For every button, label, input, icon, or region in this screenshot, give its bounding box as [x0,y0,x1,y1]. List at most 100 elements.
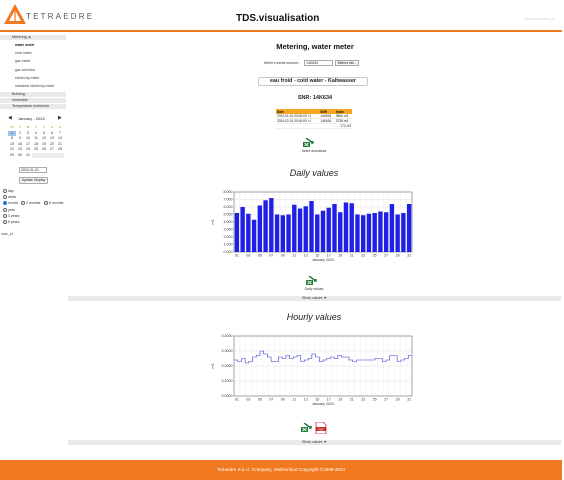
calendar-weekday: w [26,125,30,129]
calendar-day[interactable]: 11 [32,136,40,141]
calendar-day[interactable]: 31 [24,153,32,158]
bar [257,205,263,252]
x-tick-label: 03 [246,398,250,402]
calendar-day[interactable]: 24 [24,147,32,152]
menu-metering[interactable]: Metering ⏶ [0,35,66,40]
bar [366,213,372,252]
calendar-day[interactable]: 5 [40,131,48,136]
x-tick-label: 01 [235,254,239,258]
calendar-day[interactable]: 14 [56,136,64,141]
calendar-day[interactable]: 26 [40,147,48,152]
bar [315,214,320,252]
calendar-day[interactable]: 22 [8,147,16,152]
calendar-day[interactable]: 30 [16,153,24,158]
index-download-label[interactable]: Index download [290,149,338,153]
x-tick-label: 17 [327,254,331,258]
serial-number-field[interactable]: 14K634 [304,60,333,66]
meters-list-button[interactable]: Meters list... [335,60,359,66]
x-tick-label: 21 [350,398,354,402]
y-tick-label: 1.000 [224,243,233,247]
radio-six-months[interactable]: 6 months [44,201,63,206]
calendar-day[interactable]: 17 [24,142,32,147]
calendar-next-icon[interactable]: ▶ [58,115,62,121]
pdf-icon[interactable]: PDF [315,422,327,434]
radio-week[interactable]: week [3,195,16,200]
x-tick-label: 03 [246,254,250,258]
date-field[interactable]: 2024-01-01 [19,167,47,173]
disconnect-link[interactable]: disconnect user_pt [525,17,554,21]
calendar-day[interactable]: 4 [32,131,40,136]
sidebar-item-gaz-corrector[interactable]: gaz corrector [15,68,35,72]
excel-download-icon[interactable] [303,138,314,147]
sidebar-item-industrial-electricity[interactable]: industrial electricity meter [15,84,54,88]
calendar-day[interactable]: 7 [56,131,64,136]
bar [240,207,245,252]
radio-year[interactable]: year [3,208,15,213]
calendar-day[interactable]: 23 [16,147,24,152]
sidebar-item-building[interactable]: Building [0,92,66,97]
bar [297,208,303,252]
radio-six-years[interactable]: 6 years [3,220,19,225]
calendar-day[interactable]: 19 [40,142,48,147]
sidebar-item-immeuble[interactable]: Immeuble [0,98,66,103]
excel-download-icon[interactable] [306,276,317,285]
calendar-day[interactable]: 25 [32,147,40,152]
calendar-day[interactable]: 2 [16,131,24,136]
sidebar-item-water-meter[interactable]: water meter [15,43,35,47]
calendar-day[interactable]: 6 [48,131,56,136]
radio-year-icon [3,208,7,213]
calendar-prev-icon[interactable]: ◀ [8,115,12,121]
sidebar-item-heat-meter[interactable]: heat meter [15,51,32,55]
y-axis-label: m3 [211,220,215,225]
radio-month-label: month [8,201,18,205]
calendar-day[interactable]: 13 [48,136,56,141]
calendar-day[interactable]: 8 [8,136,16,141]
show-values-daily-button[interactable]: Show values ▼ [68,296,561,301]
calendar-day[interactable]: 16 [16,142,24,147]
x-tick-label: 25 [373,398,377,402]
calendar-day[interactable]: 27 [48,147,56,152]
calendar-day[interactable]: 20 [48,142,56,147]
radio-two-months[interactable]: 2 months [21,201,40,206]
calendar-day [48,153,56,158]
radio-three-years[interactable]: 3 years [3,214,19,219]
calendar-day[interactable]: 18 [32,142,40,147]
calendar-day[interactable]: 3 [24,131,32,136]
sidebar-immeuble-label: Immeuble [12,98,28,102]
calendar-day [56,153,64,158]
sidebar-item-gaz-meter[interactable]: gaz meter [15,59,31,63]
app-title: TDS.visualisation [236,13,320,24]
calendar-day[interactable]: 9 [16,136,24,141]
serial-label: Meter's serial number: [264,61,300,65]
radio-six-years-icon [3,220,7,225]
x-tick-label: 29 [396,254,400,258]
calendar-day[interactable]: 28 [56,147,64,152]
sidebar-item-electricity-meter[interactable]: electricity meter [15,76,40,80]
sidebar-item-temperature[interactable]: Temperature extérieure [0,104,66,109]
y-tick-label: 8.000 [224,190,233,194]
series-line [234,350,412,364]
x-axis-label: January 2024 [312,258,334,262]
radio-day[interactable]: day [3,189,14,194]
bar [280,215,285,252]
bar [355,214,360,252]
radio-month[interactable]: month [3,201,18,206]
table-total-row: 172 m3 [276,123,352,129]
calendar-day[interactable]: 12 [40,136,48,141]
daily-values-title: Daily values [289,168,339,178]
calendar-day[interactable]: 1 [8,130,16,136]
y-tick-label: 7.000 [224,198,233,202]
calendar-day[interactable]: 10 [24,136,32,141]
y-tick-label: 4.000 [224,220,233,224]
x-tick-label: 09 [281,254,285,258]
daily-download-label[interactable]: Daily values [290,287,338,291]
excel-download-icon[interactable] [301,423,312,432]
calendar-day[interactable]: 29 [8,153,16,158]
calendar-day[interactable]: 21 [56,142,64,147]
update-display-button[interactable]: Update Display [19,177,48,184]
y-tick-label: 0.2000 [222,364,233,368]
x-tick-label: 27 [384,398,388,402]
x-tick-label: 19 [338,398,342,402]
calendar-day[interactable]: 15 [8,142,16,147]
show-values-hourly-button[interactable]: Show values ▼ [68,440,561,445]
